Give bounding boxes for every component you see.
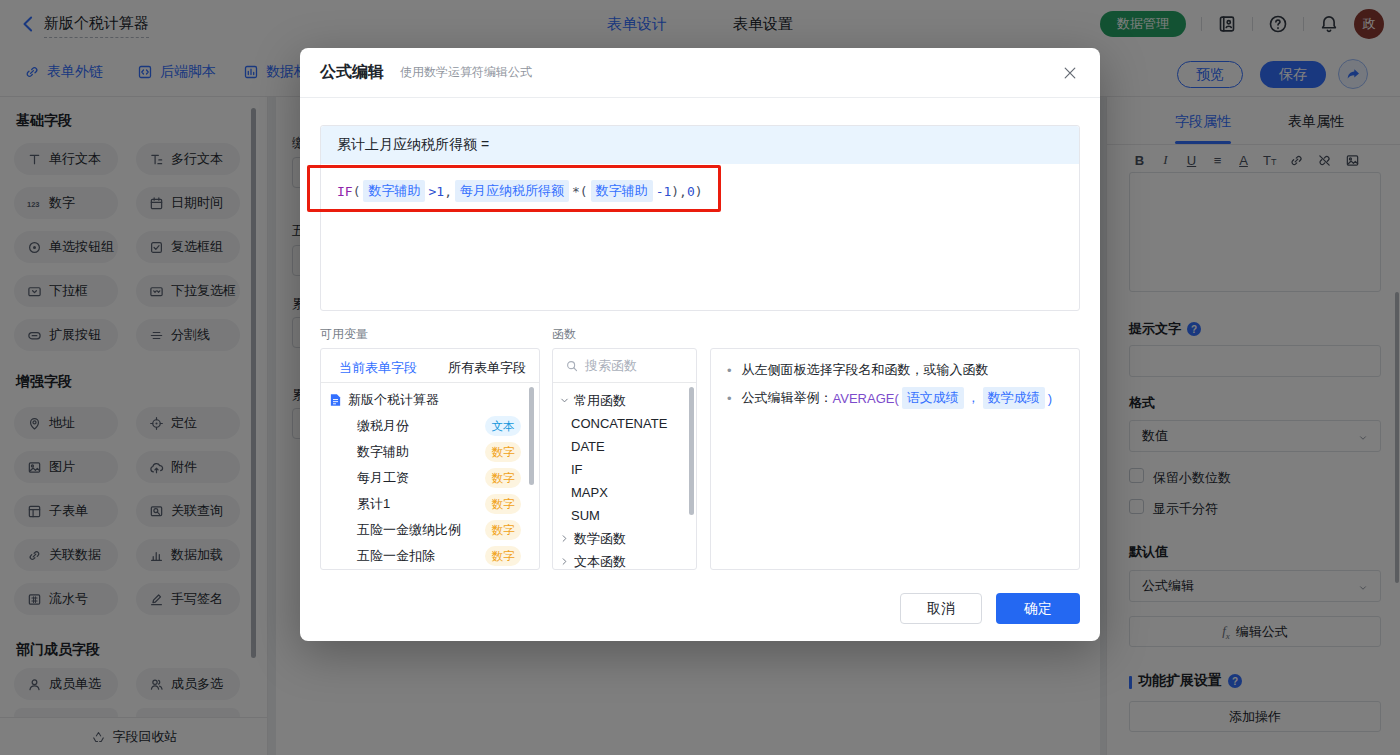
chevron-down-icon [559, 395, 570, 406]
variables-label: 可用变量 [320, 326, 368, 343]
tips-panel: •从左侧面板选择字段名和函数，或输入函数 •公式编辑举例：AVERAGE(语文成… [710, 348, 1080, 570]
modal-subtitle: 使用数学运算符编辑公式 [400, 64, 532, 81]
modal-title: 公式编辑 [320, 62, 384, 83]
variables-panel: 当前表单字段 所有表单字段 新版个税计算器缴税月份文本数字辅助数字每月工资数字累… [320, 348, 540, 570]
formula-edit-modal: 公式编辑 使用数学运算符编辑公式 累计上月应纳税所得额 = IF(数字辅助>1,… [300, 48, 1100, 641]
close-icon[interactable] [1062, 65, 1078, 81]
field-type-tag: 数字 [485, 546, 521, 566]
variables-scrollbar[interactable] [529, 387, 534, 485]
tab-all-form-fields[interactable]: 所有表单字段 [448, 359, 526, 377]
variables-root[interactable]: 新版个税计算器 [329, 387, 439, 413]
formula-target: 累计上月应纳税所得额 = [321, 126, 1079, 164]
tab-current-form-fields[interactable]: 当前表单字段 [339, 359, 417, 377]
tip-line-1: •从左侧面板选择字段名和函数，或输入函数 [727, 361, 989, 379]
confirm-button[interactable]: 确定 [996, 593, 1080, 624]
modal-header: 公式编辑 使用数学运算符编辑公式 [300, 48, 1100, 98]
annotation-red-box [307, 165, 721, 212]
functions-scrollbar[interactable] [689, 387, 694, 515]
function-item[interactable]: SUM [571, 504, 600, 527]
chevron-right-icon [559, 556, 570, 567]
function-item[interactable]: DATE [571, 435, 605, 458]
tip-line-2: •公式编辑举例：AVERAGE(语文成绩，数学成绩) [727, 387, 1052, 409]
function-group[interactable]: 文本函数 [559, 550, 626, 573]
function-item[interactable]: MAPX [571, 481, 608, 504]
field-type-tag: 数字 [485, 520, 521, 540]
cancel-button[interactable]: 取消 [900, 593, 982, 624]
functions-label: 函数 [552, 326, 576, 343]
functions-panel: 搜索函数 常用函数CONCATENATEDATEIFMAPXSUM数学函数文本函… [552, 348, 697, 570]
field-type-tag: 数字 [485, 468, 521, 488]
function-item[interactable]: CONCATENATE [571, 412, 667, 435]
chevron-right-icon [559, 533, 570, 544]
example-chip: 数学成绩 [983, 387, 1045, 409]
example-chip: 语文成绩 [902, 387, 964, 409]
function-group[interactable]: 常用函数 [559, 389, 626, 412]
variables-tabs: 当前表单字段 所有表单字段 [321, 349, 539, 383]
search-placeholder: 搜索函数 [585, 357, 637, 375]
field-type-tag: 文本 [485, 416, 521, 436]
doc-icon [329, 393, 342, 407]
formula-box: 累计上月应纳税所得额 = IF(数字辅助>1,每月应纳税所得额*(数字辅助-1)… [320, 125, 1080, 311]
field-type-tag: 数字 [485, 494, 521, 514]
function-item[interactable]: IF [571, 458, 583, 481]
field-type-tag: 数字 [485, 442, 521, 462]
function-group[interactable]: 数学函数 [559, 527, 626, 550]
function-search[interactable]: 搜索函数 [553, 349, 696, 383]
